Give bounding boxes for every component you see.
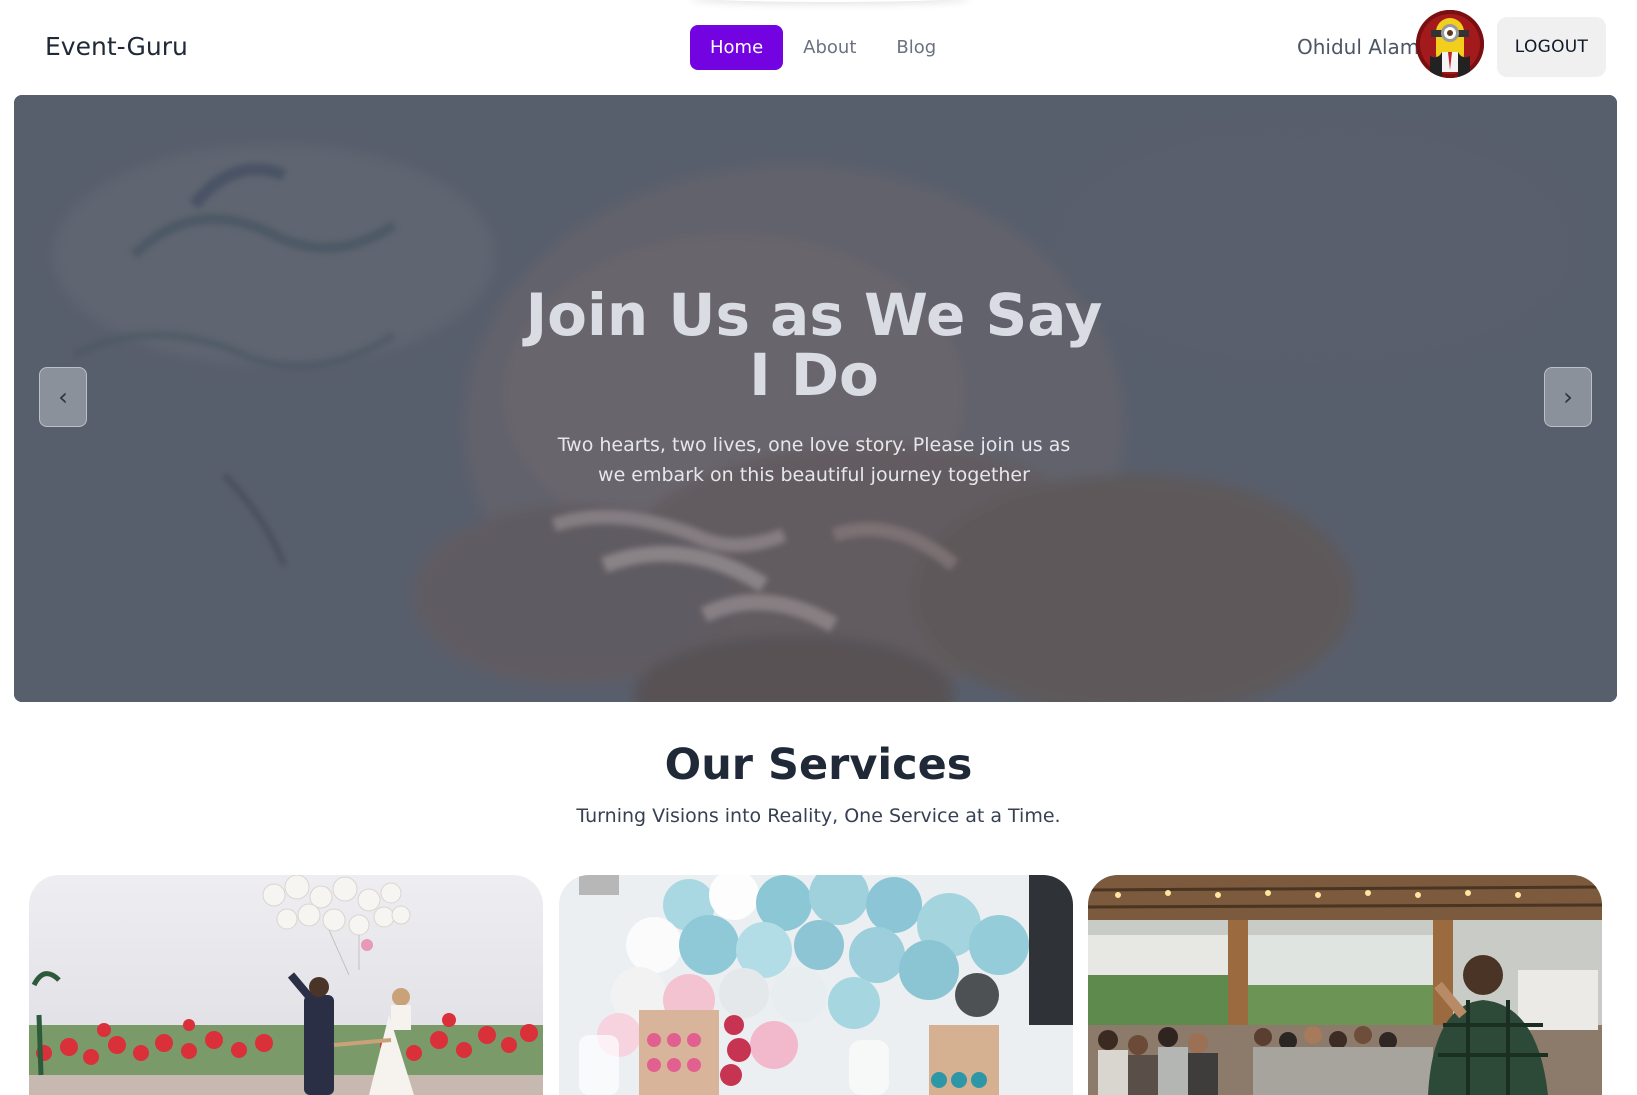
user-avatar[interactable]: [1416, 10, 1484, 78]
hero-carousel: Join Us as We Say I Do Two hearts, two l…: [14, 95, 1617, 702]
wedding-image: [29, 875, 543, 1095]
carousel-next-button[interactable]: ›: [1544, 367, 1592, 427]
party-image: [559, 875, 1073, 1095]
nav-home-link[interactable]: Home: [690, 25, 784, 70]
avatar-image: [1416, 10, 1484, 78]
main-nav: Home About Blog: [690, 25, 956, 70]
brand-logo[interactable]: Event-Guru: [45, 32, 188, 61]
hero-subtitle: Two hearts, two lives, one love story. P…: [557, 434, 1071, 486]
corporate-event-image: [1088, 875, 1602, 1095]
nav-shadow: [690, 0, 970, 2]
services-title: Our Services: [664, 740, 973, 790]
top-navbar: Event-Guru Home About Blog Ohidul Alam L…: [0, 0, 1637, 95]
user-name: Ohidul Alam: [1297, 35, 1420, 59]
chevron-right-icon: ›: [1563, 383, 1573, 411]
service-card-wedding[interactable]: [29, 875, 543, 1095]
carousel-prev-button[interactable]: ‹: [39, 367, 87, 427]
hero-title: Join Us as We Say I Do: [525, 281, 1103, 409]
chevron-left-icon: ‹: [58, 383, 68, 411]
nav-blog-link[interactable]: Blog: [876, 25, 956, 70]
services-subtitle: Turning Visions into Reality, One Servic…: [576, 805, 1061, 827]
service-card-party[interactable]: [559, 875, 1073, 1095]
service-card-corporate[interactable]: [1088, 875, 1602, 1095]
nav-about-link[interactable]: About: [783, 25, 876, 70]
hero-content: Join Us as We Say I Do Two hearts, two l…: [14, 95, 1617, 702]
logout-button[interactable]: LOGOUT: [1497, 17, 1606, 77]
